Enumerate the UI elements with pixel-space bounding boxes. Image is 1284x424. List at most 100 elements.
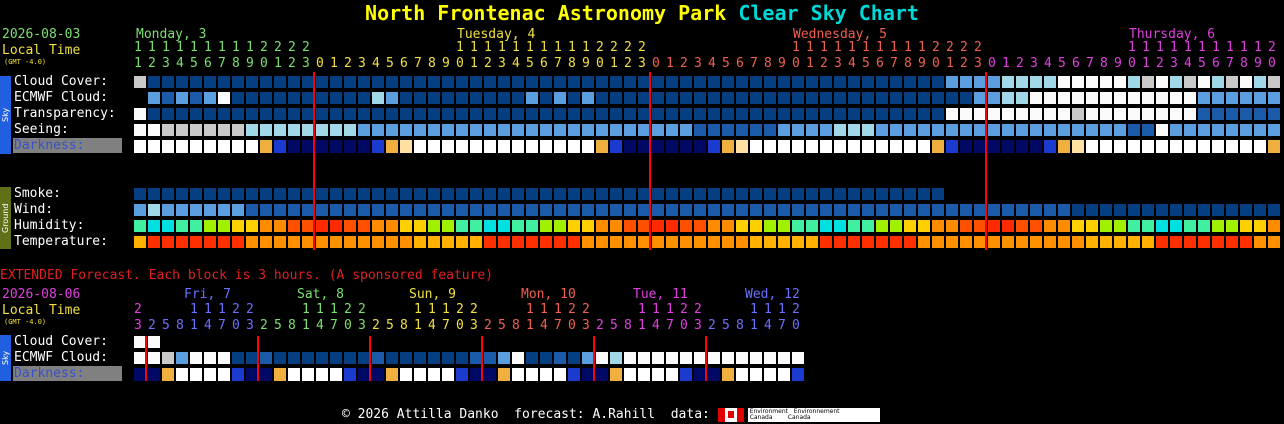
darkness-cell[interactable] (876, 140, 888, 153)
ext-ecmwf-cloud-cell[interactable] (610, 352, 622, 364)
humidity-cell[interactable] (1100, 220, 1112, 232)
ext-ecmwf-cloud-cell[interactable] (400, 352, 412, 364)
temperature-cell[interactable] (1156, 236, 1168, 248)
seeing-cell[interactable] (932, 124, 944, 136)
wind-cell[interactable] (904, 204, 916, 216)
ext-darkness-cell[interactable] (344, 368, 356, 381)
humidity-cell[interactable] (232, 220, 244, 232)
humidity-cell[interactable] (1184, 220, 1196, 232)
transparency-cell[interactable] (750, 108, 762, 120)
darkness-cell[interactable] (400, 140, 412, 153)
transparency-cell[interactable] (1156, 108, 1168, 120)
seeing-cell[interactable] (386, 124, 398, 136)
ext-ecmwf-cloud-cell[interactable] (456, 352, 468, 364)
wind-cell[interactable] (1058, 204, 1070, 216)
wind-cell[interactable] (414, 204, 426, 216)
seeing-cell[interactable] (1016, 124, 1028, 136)
humidity-cell[interactable] (904, 220, 916, 232)
seeing-cell[interactable] (484, 124, 496, 136)
smoke-cell[interactable] (848, 188, 860, 200)
seeing-cell[interactable] (960, 124, 972, 136)
smoke-cell[interactable] (232, 188, 244, 200)
ext-darkness-cell[interactable] (526, 368, 538, 381)
temperature-cell[interactable] (778, 236, 790, 248)
ext-darkness-cell[interactable] (330, 368, 342, 381)
transparency-cell[interactable] (232, 108, 244, 120)
wind-cell[interactable] (400, 204, 412, 216)
seeing-cell[interactable] (344, 124, 356, 136)
seeing-cell[interactable] (232, 124, 244, 136)
ext-ecmwf-cloud-cell[interactable] (232, 352, 244, 364)
ext-darkness-cell[interactable] (428, 368, 440, 381)
ecmwf-cloud-cell[interactable] (260, 92, 272, 104)
darkness-cell[interactable] (372, 140, 384, 153)
darkness-cell[interactable] (1268, 140, 1280, 153)
smoke-cell[interactable] (316, 188, 328, 200)
ecmwf-cloud-cell[interactable] (1184, 92, 1196, 104)
seeing-cell[interactable] (1072, 124, 1084, 136)
humidity-cell[interactable] (722, 220, 734, 232)
seeing-cell[interactable] (274, 124, 286, 136)
wind-cell[interactable] (1268, 204, 1280, 216)
seeing-cell[interactable] (568, 124, 580, 136)
transparency-cell[interactable] (344, 108, 356, 120)
smoke-cell[interactable] (400, 188, 412, 200)
humidity-cell[interactable] (1240, 220, 1252, 232)
darkness-cell[interactable] (848, 140, 860, 153)
ext-darkness-cell[interactable] (148, 368, 160, 381)
transparency-cell[interactable] (1114, 108, 1126, 120)
smoke-cell[interactable] (218, 188, 230, 200)
humidity-cell[interactable] (764, 220, 776, 232)
smoke-cell[interactable] (624, 188, 636, 200)
darkness-cell[interactable] (1240, 140, 1252, 153)
wind-cell[interactable] (582, 204, 594, 216)
darkness-cell[interactable] (162, 140, 174, 153)
ecmwf-cloud-cell[interactable] (1016, 92, 1028, 104)
darkness-cell[interactable] (316, 140, 328, 153)
seeing-cell[interactable] (708, 124, 720, 136)
darkness-cell[interactable] (750, 140, 762, 153)
temperature-cell[interactable] (1198, 236, 1210, 248)
humidity-cell[interactable] (932, 220, 944, 232)
transparency-cell[interactable] (666, 108, 678, 120)
ecmwf-cloud-cell[interactable] (1226, 92, 1238, 104)
ecmwf-cloud-cell[interactable] (1100, 92, 1112, 104)
transparency-cell[interactable] (1170, 108, 1182, 120)
cloud-cover-cell[interactable] (232, 76, 244, 88)
darkness-cell[interactable] (470, 140, 482, 153)
humidity-cell[interactable] (484, 220, 496, 232)
darkness-cell[interactable] (778, 140, 790, 153)
smoke-cell[interactable] (134, 188, 146, 200)
darkness-cell[interactable] (1100, 140, 1112, 153)
cloud-cover-cell[interactable] (512, 76, 524, 88)
humidity-cell[interactable] (862, 220, 874, 232)
wind-cell[interactable] (428, 204, 440, 216)
temperature-cell[interactable] (708, 236, 720, 248)
humidity-cell[interactable] (652, 220, 664, 232)
humidity-cell[interactable] (694, 220, 706, 232)
cloud-cover-cell[interactable] (764, 76, 776, 88)
ecmwf-cloud-cell[interactable] (834, 92, 846, 104)
ext-ecmwf-cloud-cell[interactable] (596, 352, 608, 364)
cloud-cover-cell[interactable] (372, 76, 384, 88)
cloud-cover-cell[interactable] (1086, 76, 1098, 88)
wind-cell[interactable] (680, 204, 692, 216)
darkness-cell[interactable] (134, 140, 146, 153)
humidity-cell[interactable] (876, 220, 888, 232)
transparency-cell[interactable] (512, 108, 524, 120)
humidity-cell[interactable] (806, 220, 818, 232)
humidity-cell[interactable] (456, 220, 468, 232)
transparency-cell[interactable] (1058, 108, 1070, 120)
humidity-cell[interactable] (274, 220, 286, 232)
transparency-cell[interactable] (792, 108, 804, 120)
ext-darkness-cell[interactable] (680, 368, 692, 381)
temperature-cell[interactable] (1086, 236, 1098, 248)
ext-darkness-cell[interactable] (190, 368, 202, 381)
humidity-cell[interactable] (512, 220, 524, 232)
smoke-cell[interactable] (666, 188, 678, 200)
smoke-cell[interactable] (470, 188, 482, 200)
temperature-cell[interactable] (890, 236, 902, 248)
cloud-cover-cell[interactable] (918, 76, 930, 88)
ext-ecmwf-cloud-cell[interactable] (638, 352, 650, 364)
ext-ecmwf-cloud-cell[interactable] (736, 352, 748, 364)
